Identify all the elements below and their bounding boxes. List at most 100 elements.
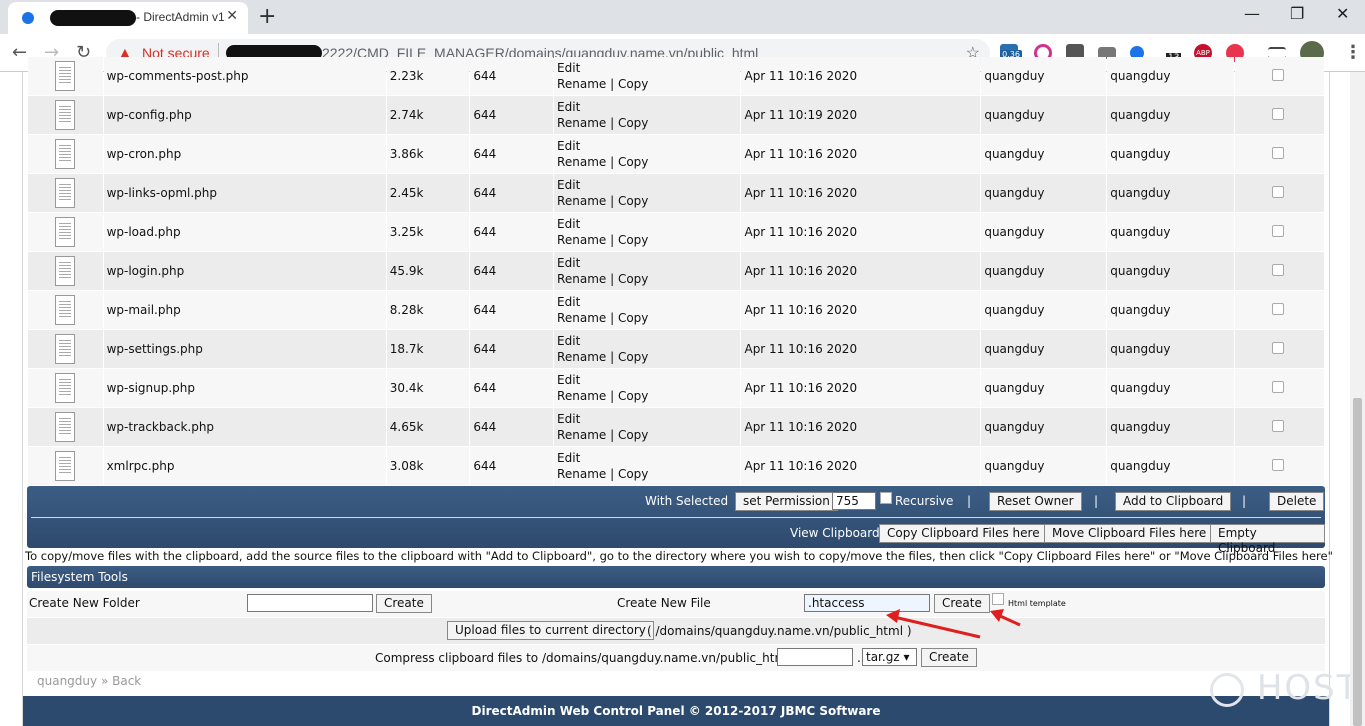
file-name[interactable]: wp-links-opml.php — [107, 186, 217, 200]
scrollbar-thumb[interactable] — [1353, 398, 1362, 726]
browser-tab[interactable]: - DirectAdmin v1. ✕ — [8, 2, 248, 34]
copy-link[interactable]: Copy — [618, 311, 648, 325]
file-select-checkbox[interactable] — [1272, 185, 1285, 198]
copy-link[interactable]: Copy — [618, 350, 648, 364]
copy-clipboard-files-button[interactable]: Copy Clipboard Files here — [879, 524, 1048, 543]
edit-link[interactable]: Edit — [557, 334, 580, 348]
file-icon[interactable] — [55, 334, 75, 364]
copy-link[interactable]: Copy — [618, 467, 648, 481]
rename-link[interactable]: Rename — [557, 467, 606, 481]
file-permission[interactable]: 644 — [473, 186, 496, 200]
file-name[interactable]: wp-settings.php — [107, 342, 203, 356]
file-select-checkbox[interactable] — [1272, 302, 1285, 315]
maximize-icon[interactable]: ❐ — [1290, 4, 1304, 23]
edit-link[interactable]: Edit — [557, 217, 580, 231]
file-icon[interactable] — [55, 373, 75, 403]
file-name[interactable]: wp-comments-post.php — [107, 69, 249, 83]
file-icon[interactable] — [55, 412, 75, 442]
edit-link[interactable]: Edit — [557, 256, 580, 270]
copy-link[interactable]: Copy — [618, 155, 648, 169]
breadcrumb-user[interactable]: quangduy — [37, 674, 97, 688]
file-permission[interactable]: 644 — [473, 459, 496, 473]
file-select-checkbox[interactable] — [1272, 224, 1285, 237]
file-name[interactable]: wp-trackback.php — [107, 420, 214, 434]
tab-close-icon[interactable]: ✕ — [226, 8, 238, 24]
copy-link[interactable]: Copy — [618, 116, 648, 130]
file-permission[interactable]: 644 — [473, 108, 496, 122]
compress-create-button[interactable]: Create — [921, 648, 977, 667]
edit-link[interactable]: Edit — [557, 373, 580, 387]
rename-link[interactable]: Rename — [557, 311, 606, 325]
file-select-checkbox[interactable] — [1272, 107, 1285, 120]
file-permission[interactable]: 644 — [473, 303, 496, 317]
file-select-checkbox[interactable] — [1272, 263, 1285, 276]
rename-link[interactable]: Rename — [557, 389, 606, 403]
edit-link[interactable]: Edit — [557, 61, 580, 75]
file-permission[interactable]: 644 — [473, 264, 496, 278]
file-select-checkbox[interactable] — [1272, 419, 1285, 432]
edit-link[interactable]: Edit — [557, 451, 580, 465]
move-clipboard-files-button[interactable]: Move Clipboard Files here — [1044, 524, 1215, 543]
page-scrollbar[interactable] — [1350, 72, 1365, 726]
upload-files-button[interactable]: Upload files to current directory — [447, 621, 654, 640]
file-name[interactable]: wp-signup.php — [107, 381, 195, 395]
compress-filename-input[interactable] — [777, 648, 853, 666]
copy-link[interactable]: Copy — [618, 233, 648, 247]
file-permission[interactable]: 644 — [473, 342, 496, 356]
copy-link[interactable]: Copy — [618, 389, 648, 403]
add-to-clipboard-button[interactable]: Add to Clipboard — [1115, 492, 1232, 511]
file-icon[interactable] — [55, 61, 75, 91]
file-select-checkbox[interactable] — [1272, 146, 1285, 159]
rename-link[interactable]: Rename — [557, 155, 606, 169]
file-permission[interactable]: 644 — [473, 381, 496, 395]
file-icon[interactable] — [55, 139, 75, 169]
permission-input[interactable]: 755 — [832, 492, 876, 510]
file-select-checkbox[interactable] — [1272, 68, 1285, 81]
set-permission-button[interactable]: set Permission — [735, 492, 838, 511]
file-name[interactable]: wp-config.php — [107, 108, 192, 122]
file-name[interactable]: xmlrpc.php — [107, 459, 175, 473]
menu-kebab-icon[interactable]: ⋮ — [1344, 42, 1362, 63]
edit-link[interactable]: Edit — [557, 412, 580, 426]
file-select-checkbox[interactable] — [1272, 380, 1285, 393]
copy-link[interactable]: Copy — [618, 428, 648, 442]
file-icon[interactable] — [55, 256, 75, 286]
file-permission[interactable]: 644 — [473, 147, 496, 161]
reset-owner-button[interactable]: Reset Owner — [989, 492, 1082, 511]
delete-button[interactable]: Delete — [1269, 492, 1325, 511]
new-tab-icon[interactable]: + — [258, 4, 276, 29]
copy-link[interactable]: Copy — [618, 77, 648, 91]
compress-format-select[interactable]: tar.gz ▾ — [862, 648, 917, 666]
file-select-checkbox[interactable] — [1272, 458, 1285, 471]
file-name[interactable]: wp-cron.php — [107, 147, 182, 161]
close-window-icon[interactable]: ✕ — [1336, 4, 1349, 23]
file-icon[interactable] — [55, 100, 75, 130]
rename-link[interactable]: Rename — [557, 272, 606, 286]
recursive-checkbox[interactable] — [880, 492, 892, 504]
file-name[interactable]: wp-load.php — [107, 225, 181, 239]
rename-link[interactable]: Rename — [557, 350, 606, 364]
edit-link[interactable]: Edit — [557, 178, 580, 192]
create-folder-button[interactable]: Create — [376, 594, 432, 613]
back-link[interactable]: Back — [112, 674, 141, 688]
file-icon[interactable] — [55, 295, 75, 325]
minimize-icon[interactable]: — — [1244, 4, 1260, 23]
new-folder-input[interactable] — [247, 594, 373, 612]
empty-clipboard-button[interactable]: Empty Clipboard — [1210, 524, 1325, 555]
view-clipboard-link[interactable]: View Clipboard — [790, 526, 880, 540]
file-icon[interactable] — [55, 451, 75, 481]
file-permission[interactable]: 644 — [473, 69, 496, 83]
rename-link[interactable]: Rename — [557, 233, 606, 247]
rename-link[interactable]: Rename — [557, 77, 606, 91]
edit-link[interactable]: Edit — [557, 295, 580, 309]
rename-link[interactable]: Rename — [557, 116, 606, 130]
copy-link[interactable]: Copy — [618, 272, 648, 286]
rename-link[interactable]: Rename — [557, 428, 606, 442]
file-name[interactable]: wp-mail.php — [107, 303, 181, 317]
edit-link[interactable]: Edit — [557, 139, 580, 153]
file-select-checkbox[interactable] — [1272, 341, 1285, 354]
edit-link[interactable]: Edit — [557, 100, 580, 114]
file-icon[interactable] — [55, 178, 75, 208]
back-arrow-icon[interactable]: ← — [12, 42, 27, 63]
file-permission[interactable]: 644 — [473, 420, 496, 434]
